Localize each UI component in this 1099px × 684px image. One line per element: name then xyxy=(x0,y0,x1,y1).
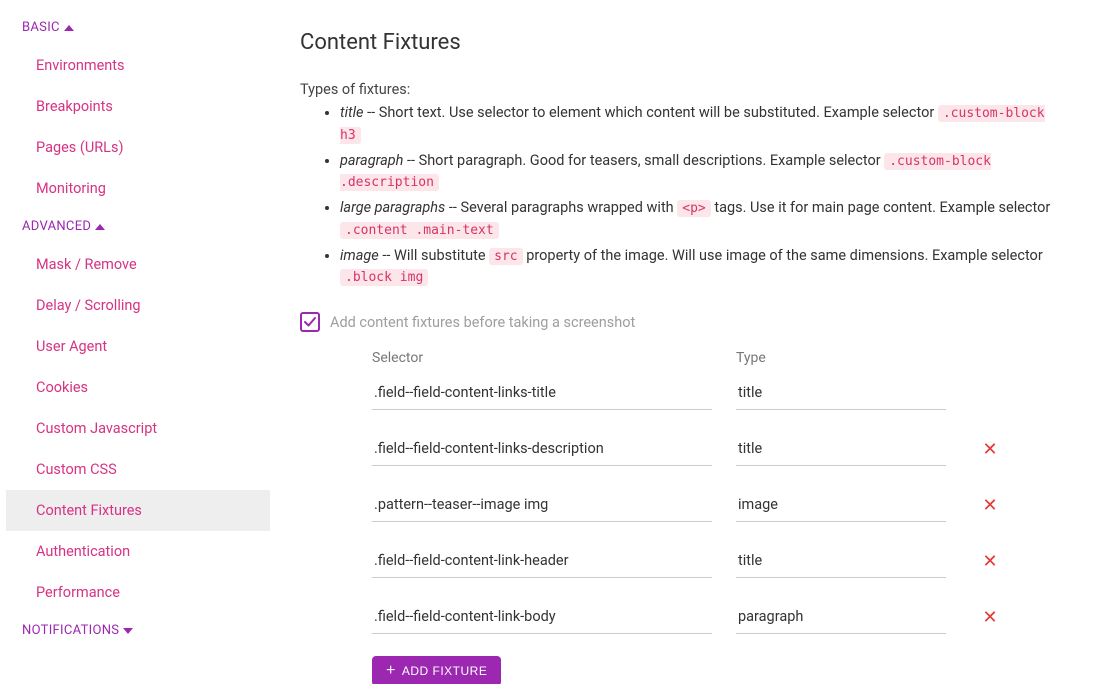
sidebar-item-custom-js[interactable]: Custom Javascript xyxy=(6,408,270,449)
selector-input[interactable] xyxy=(372,376,712,410)
fixtures-table: Selector Type ✕ ✕ ✕ ✕ xyxy=(300,350,1069,684)
selector-input[interactable] xyxy=(372,488,712,522)
sidebar-item-delay-scrolling[interactable]: Delay / Scrolling xyxy=(6,285,270,326)
add-fixture-label: ADD FIXTURE xyxy=(402,664,488,678)
enable-fixtures-checkbox[interactable] xyxy=(300,312,320,332)
sidebar-item-performance[interactable]: Performance xyxy=(6,572,270,613)
code-example: .block img xyxy=(340,269,428,286)
type-input[interactable] xyxy=(736,544,946,578)
sidebar-item-monitoring[interactable]: Monitoring xyxy=(6,168,270,209)
fixture-type-item: paragraph -- Short paragraph. Good for t… xyxy=(340,150,1069,194)
sidebar-item-mask-remove[interactable]: Mask / Remove xyxy=(6,244,270,285)
selector-input[interactable] xyxy=(372,600,712,634)
page-title: Content Fixtures xyxy=(300,30,1069,55)
table-row: ✕ xyxy=(372,488,1069,522)
code-example: .content .main-text xyxy=(340,222,499,239)
table-row: ✕ xyxy=(372,600,1069,634)
close-icon: ✕ xyxy=(982,551,997,572)
table-header-row: Selector Type xyxy=(372,350,1069,366)
fixture-types-list: title -- Short text. Use selector to ele… xyxy=(300,102,1069,288)
nav-section-label: NOTIFICATIONS xyxy=(22,623,119,638)
close-icon: ✕ xyxy=(982,607,997,628)
fixture-type-item: image -- Will substitute src property of… xyxy=(340,245,1069,289)
selector-input[interactable] xyxy=(372,432,712,466)
type-input[interactable] xyxy=(736,376,946,410)
sidebar: BASIC Environments Breakpoints Pages (UR… xyxy=(0,0,270,684)
sidebar-item-authentication[interactable]: Authentication xyxy=(6,531,270,572)
check-icon xyxy=(303,315,317,329)
close-icon: ✕ xyxy=(982,495,997,516)
delete-row-button[interactable]: ✕ xyxy=(970,439,1010,460)
main-content: Content Fixtures Types of fixtures: titl… xyxy=(270,0,1099,684)
caret-up-icon xyxy=(64,25,74,31)
sidebar-item-pages[interactable]: Pages (URLs) xyxy=(6,127,270,168)
fixture-type-item: large paragraphs -- Several paragraphs w… xyxy=(340,197,1069,241)
sidebar-item-custom-css[interactable]: Custom CSS xyxy=(6,449,270,490)
type-input[interactable] xyxy=(736,600,946,634)
code-example: src xyxy=(489,248,522,265)
close-icon: ✕ xyxy=(982,439,997,460)
nav-section-advanced[interactable]: ADVANCED xyxy=(6,209,270,244)
type-input[interactable] xyxy=(736,488,946,522)
add-fixture-button[interactable]: + ADD FIXTURE xyxy=(372,656,501,684)
nav-section-label: ADVANCED xyxy=(22,219,91,234)
enable-fixtures-label: Add content fixtures before taking a scr… xyxy=(330,314,635,331)
table-row: ✕ xyxy=(372,432,1069,466)
enable-fixtures-row: Add content fixtures before taking a scr… xyxy=(300,312,1069,332)
header-selector: Selector xyxy=(372,350,712,366)
header-type: Type xyxy=(736,350,946,366)
plus-icon: + xyxy=(386,663,396,679)
sidebar-item-environments[interactable]: Environments xyxy=(6,45,270,86)
delete-row-button[interactable]: ✕ xyxy=(970,607,1010,628)
type-input[interactable] xyxy=(736,432,946,466)
nav-section-label: BASIC xyxy=(22,20,60,35)
delete-row-button[interactable]: ✕ xyxy=(970,495,1010,516)
sidebar-item-user-agent[interactable]: User Agent xyxy=(6,326,270,367)
code-example: <p> xyxy=(677,200,710,217)
table-row xyxy=(372,376,1069,410)
caret-down-icon xyxy=(123,628,133,634)
fixture-type-item: title -- Short text. Use selector to ele… xyxy=(340,102,1069,146)
caret-up-icon xyxy=(95,224,105,230)
selector-input[interactable] xyxy=(372,544,712,578)
sidebar-item-breakpoints[interactable]: Breakpoints xyxy=(6,86,270,127)
intro-text: Types of fixtures: xyxy=(300,81,1069,98)
delete-row-button[interactable]: ✕ xyxy=(970,551,1010,572)
sidebar-item-cookies[interactable]: Cookies xyxy=(6,367,270,408)
nav-section-basic[interactable]: BASIC xyxy=(6,10,270,45)
sidebar-item-content-fixtures[interactable]: Content Fixtures xyxy=(6,490,270,531)
nav-section-notifications[interactable]: NOTIFICATIONS xyxy=(6,613,270,648)
table-row: ✕ xyxy=(372,544,1069,578)
